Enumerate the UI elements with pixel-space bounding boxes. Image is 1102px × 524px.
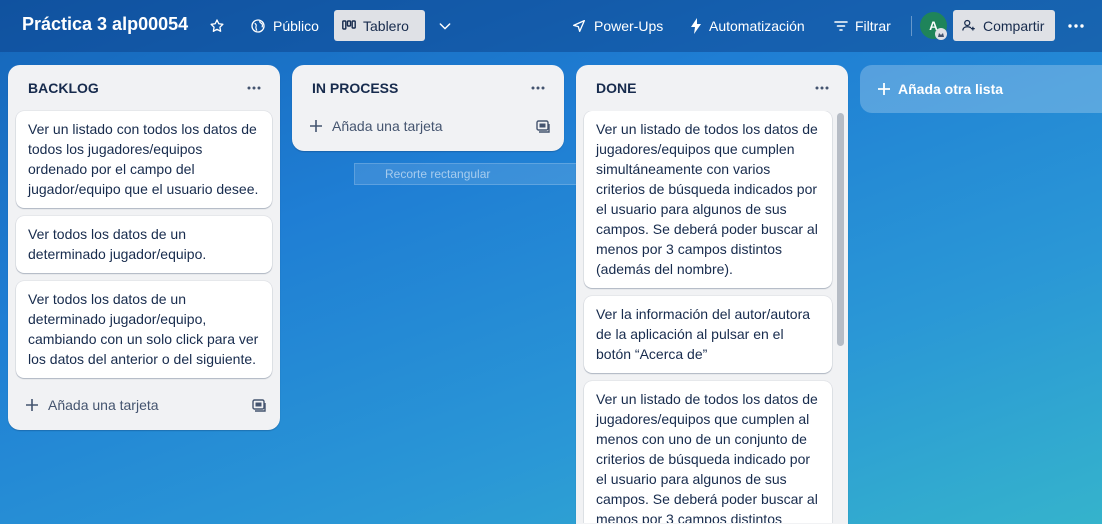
list-scrollbar[interactable] [837,113,844,346]
card[interactable]: Ver un listado de todos los datos de jug… [584,381,832,523]
powerups-label: Power-Ups [594,17,664,34]
card[interactable]: Ver todos los datos de un determinado ju… [16,216,272,273]
add-card-button[interactable]: Añada una tarjeta [310,118,443,134]
header-divider [911,16,912,36]
share-button[interactable]: Compartir [953,10,1055,41]
automation-label: Automatización [709,17,805,34]
globe-icon [251,18,265,33]
board-title[interactable]: Práctica 3 alp00054 [22,14,188,35]
plus-icon [310,120,322,132]
add-card-label: Añada una tarjeta [332,118,443,134]
more-icon [815,86,829,90]
add-card-row: Añada una tarjeta [292,107,564,145]
list-menu-button[interactable] [810,76,834,100]
visibility-label: Público [273,17,319,34]
board-icon [342,19,356,30]
filter-icon [834,20,848,31]
list-menu-button[interactable] [526,76,550,100]
board-menu-button[interactable] [1062,10,1090,41]
admin-badge-icon [935,28,947,40]
filter-label: Filtrar [855,17,891,34]
list-title[interactable]: BACKLOG [28,80,99,96]
card[interactable]: Ver la información del autor/autora de l… [584,296,832,373]
list-menu-button[interactable] [242,76,266,100]
rocket-icon [573,19,585,32]
more-icon [531,86,545,90]
list-title[interactable]: IN PROCESS [312,80,398,96]
snipping-tool-overlay: Recorte rectangular [354,163,584,185]
person-add-icon [962,19,975,31]
add-list-label: Añada otra lista [898,81,1004,97]
list-header: BACKLOG [8,65,280,111]
add-card-label: Añada una tarjeta [48,397,159,413]
board-header: Práctica 3 alp00054 Público Tablero Powe… [0,0,1102,52]
list-in-process: IN PROCESS Añada una tarjeta [292,65,564,151]
card[interactable]: Ver todos los datos de un determinado ju… [16,281,272,378]
view-switcher-board[interactable]: Tablero [334,10,425,41]
list-cards-scroll[interactable]: Ver un listado de todos los datos de jug… [576,111,848,523]
add-card-button[interactable]: Añada una tarjeta [26,397,159,413]
plus-icon [26,399,38,411]
list-backlog: BACKLOG Ver un listado con todos los dat… [8,65,280,430]
add-list-button[interactable]: Añada otra lista [860,65,1102,113]
powerups-button[interactable]: Power-Ups [563,10,671,41]
template-icon[interactable] [252,398,266,412]
share-label: Compartir [983,17,1045,34]
star-button[interactable] [202,10,232,41]
plus-icon [878,83,890,95]
view-dropdown-button[interactable] [430,10,460,41]
chevron-down-icon [439,22,451,29]
card[interactable]: Ver un listado de todos los datos de jug… [584,111,832,288]
list-title[interactable]: DONE [596,80,636,96]
visibility-button[interactable]: Público [242,10,327,41]
star-icon [210,18,224,32]
template-icon[interactable] [536,119,550,133]
view-label: Tablero [363,17,409,34]
lightning-icon [691,17,701,34]
card[interactable]: Ver un listado con todos los datos de to… [16,111,272,208]
list-done: DONE Ver un listado de todos los datos d… [576,65,848,524]
more-icon [1068,23,1084,28]
add-card-row: Añada una tarjeta [8,386,280,424]
automation-button[interactable]: Automatización [682,10,813,41]
list-header: IN PROCESS [292,65,564,111]
more-icon [247,86,261,90]
filter-button[interactable]: Filtrar [826,10,899,41]
list-header: DONE [576,65,848,111]
